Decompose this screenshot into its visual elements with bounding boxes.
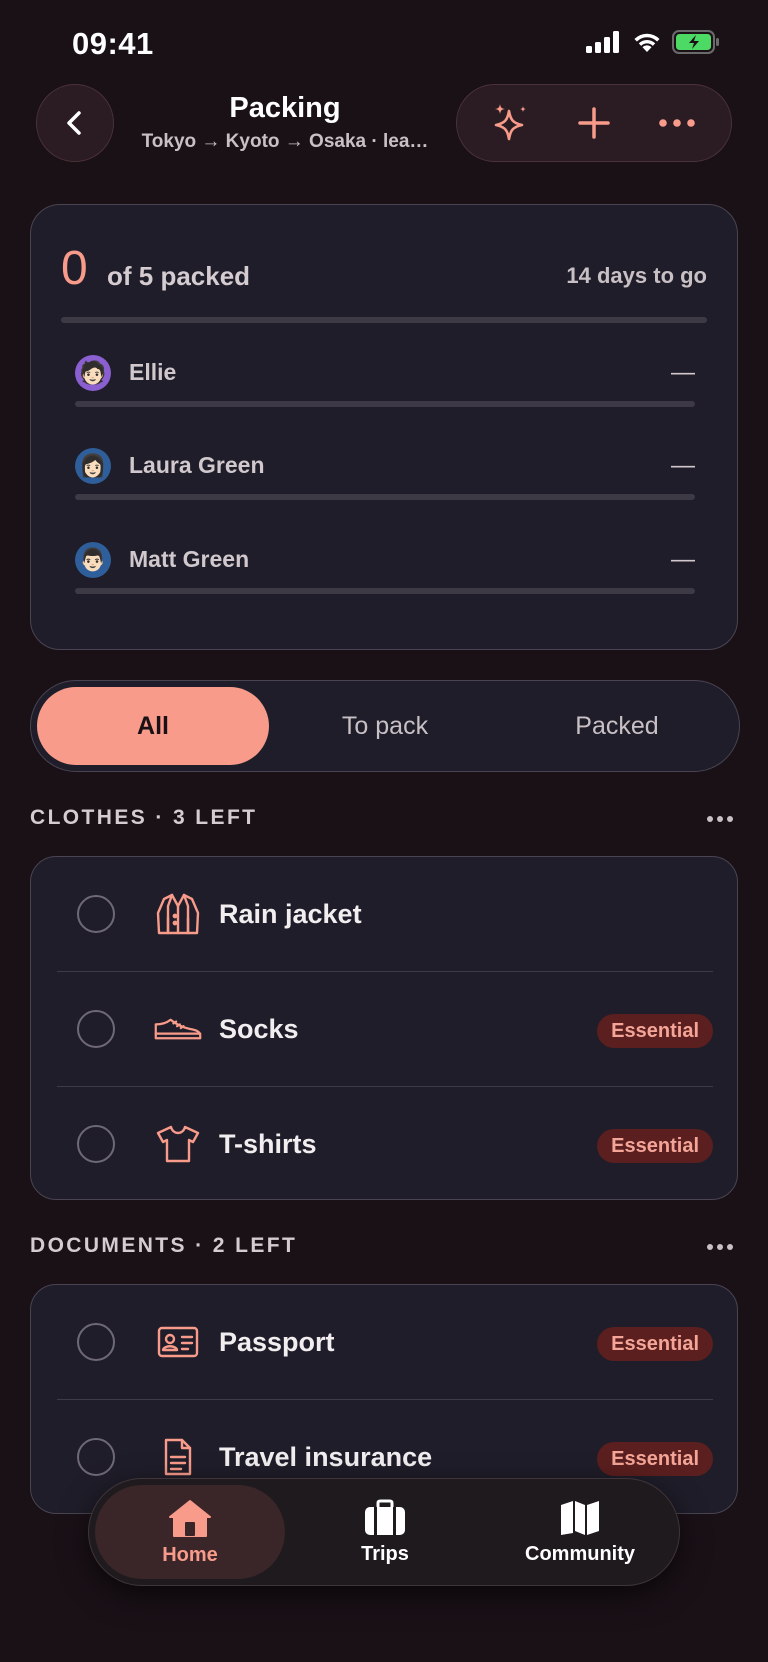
signal-icon xyxy=(586,31,619,53)
header-actions xyxy=(456,84,732,162)
page-title: Packing xyxy=(229,92,341,124)
packing-summary-card: 0 of 5 packed 14 days to go 🧑🏻 Ellie — 👩… xyxy=(30,204,738,650)
traveler-row[interactable]: 🧑🏻 Ellie — xyxy=(75,355,695,415)
section-more-button[interactable] xyxy=(700,804,740,834)
status-time: 09:41 xyxy=(72,26,154,61)
shoe-icon xyxy=(153,1006,203,1052)
overall-progress-bar xyxy=(61,317,707,323)
traveler-progress-bar xyxy=(75,588,695,594)
document-icon xyxy=(153,1434,203,1480)
tab-community[interactable]: Community xyxy=(485,1485,675,1579)
essential-badge: Essential xyxy=(597,1442,713,1476)
avatar: 👨🏻 xyxy=(75,542,111,578)
bottom-tab-bar: Home Trips Community xyxy=(88,1478,680,1586)
section-header-clothes: CLOTHES · 3 LEFT xyxy=(30,806,740,836)
list-item[interactable]: T-shirts Essential xyxy=(31,1087,737,1199)
sparkles-icon xyxy=(494,104,526,141)
title-block: Packing Tokyo → Kyoto → Osaka · lea… xyxy=(130,92,440,153)
clothes-list: Rain jacket Socks Essential T-shirts Ess… xyxy=(30,856,738,1200)
filter-segmented-control: All To pack Packed xyxy=(30,680,740,772)
packed-checkbox[interactable] xyxy=(77,895,115,933)
traveler-row[interactable]: 👨🏻 Matt Green — xyxy=(75,542,695,602)
back-button[interactable] xyxy=(36,84,114,162)
essential-badge: Essential xyxy=(597,1014,713,1048)
packed-checkbox[interactable] xyxy=(77,1010,115,1048)
traveler-name: Ellie xyxy=(129,359,177,385)
list-item[interactable]: Rain jacket xyxy=(31,857,737,972)
trip-route: Tokyo → Kyoto → Osaka · lea… xyxy=(141,131,429,152)
add-item-button[interactable] xyxy=(564,93,624,153)
list-item[interactable]: Passport Essential xyxy=(31,1285,737,1400)
packed-checkbox[interactable] xyxy=(77,1438,115,1476)
more-horizontal-icon xyxy=(659,119,696,127)
tab-label: Home xyxy=(162,1543,218,1566)
filter-to-pack[interactable]: To pack xyxy=(269,687,501,765)
chevron-left-icon xyxy=(67,111,81,135)
packed-checkbox[interactable] xyxy=(77,1323,115,1361)
filter-all[interactable]: All xyxy=(37,687,269,765)
section-title: CLOTHES · 3 LEFT xyxy=(30,806,258,829)
more-horizontal-icon xyxy=(707,1244,733,1250)
item-name: T-shirts xyxy=(219,1129,317,1159)
item-name: Socks xyxy=(219,1014,299,1044)
list-item[interactable]: Socks Essential xyxy=(31,972,737,1087)
packed-count-label: of 5 packed xyxy=(107,261,251,291)
avatar: 👩🏻 xyxy=(75,448,111,484)
ai-suggest-button[interactable] xyxy=(481,93,541,153)
item-name: Rain jacket xyxy=(219,899,362,929)
section-header-documents: DOCUMENTS · 2 LEFT xyxy=(30,1234,740,1264)
traveler-status: — xyxy=(671,452,695,479)
days-to-go: 14 days to go xyxy=(566,263,707,288)
header: Packing Tokyo → Kyoto → Osaka · lea… xyxy=(0,82,768,168)
home-icon xyxy=(169,1499,211,1537)
section-title: DOCUMENTS · 2 LEFT xyxy=(30,1234,298,1257)
jacket-icon xyxy=(153,891,203,937)
item-name: Travel insurance xyxy=(219,1442,433,1472)
traveler-name: Laura Green xyxy=(129,452,265,478)
plus-icon xyxy=(578,107,610,139)
map-icon xyxy=(561,1500,599,1535)
tshirt-icon xyxy=(153,1121,203,1167)
status-bar: 09:41 xyxy=(0,0,768,80)
more-button[interactable] xyxy=(647,93,707,153)
tab-home[interactable]: Home xyxy=(95,1485,285,1579)
packed-checkbox[interactable] xyxy=(77,1125,115,1163)
id-card-icon xyxy=(153,1319,203,1365)
essential-badge: Essential xyxy=(597,1327,713,1361)
traveler-progress-bar xyxy=(75,494,695,500)
more-horizontal-icon xyxy=(707,816,733,822)
status-icons xyxy=(586,30,720,54)
avatar: 🧑🏻 xyxy=(75,355,111,391)
section-more-button[interactable] xyxy=(700,1232,740,1262)
item-name: Passport xyxy=(219,1327,335,1357)
traveler-status: — xyxy=(671,546,695,573)
packed-count: 0 xyxy=(61,242,88,295)
wifi-icon xyxy=(634,33,660,52)
battery-icon xyxy=(672,30,719,54)
traveler-row[interactable]: 👩🏻 Laura Green — xyxy=(75,448,695,508)
traveler-progress-bar xyxy=(75,401,695,407)
tab-label: Community xyxy=(525,1542,635,1565)
traveler-status: — xyxy=(671,359,695,386)
filter-packed[interactable]: Packed xyxy=(501,687,733,765)
essential-badge: Essential xyxy=(597,1129,713,1163)
traveler-name: Matt Green xyxy=(129,546,250,572)
tab-label: Trips xyxy=(361,1542,409,1565)
suitcase-icon xyxy=(365,1499,405,1535)
tab-trips[interactable]: Trips xyxy=(295,1485,475,1579)
